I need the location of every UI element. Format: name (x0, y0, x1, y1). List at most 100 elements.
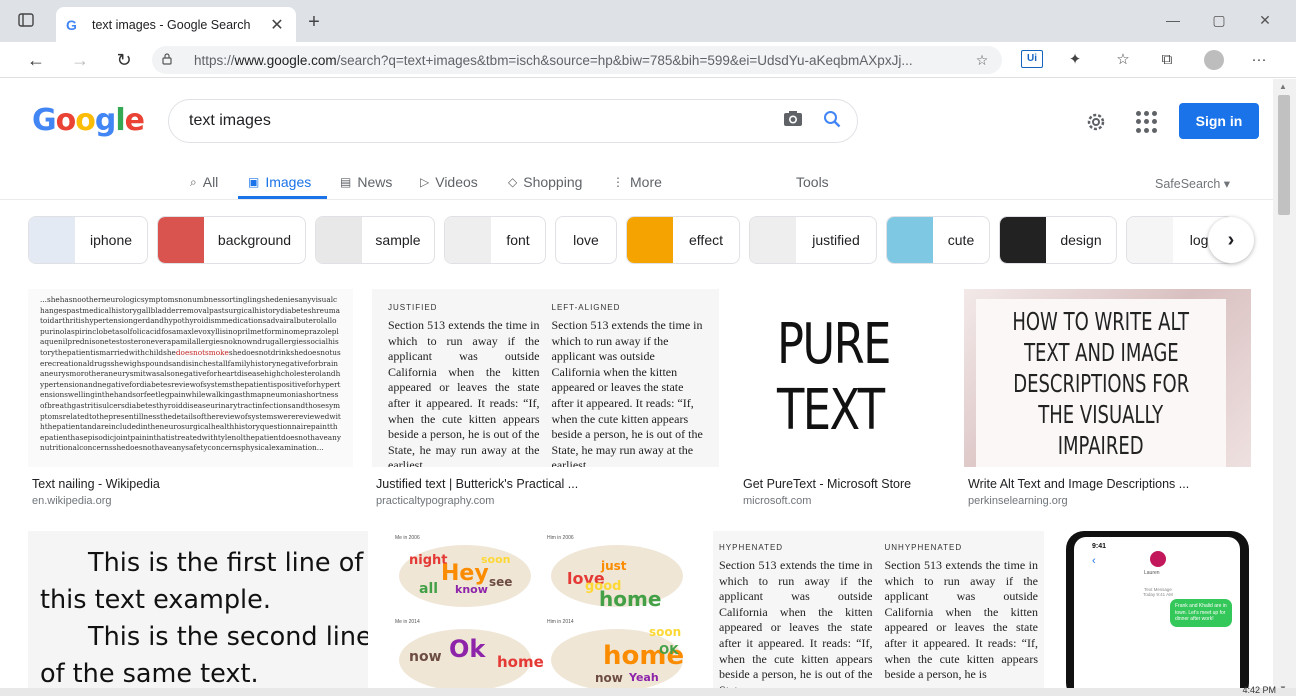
nail-text-b: shedoesnotdrinkshedoesnotuserecreational… (40, 347, 341, 453)
cloud-word: Yeah (629, 671, 659, 684)
tab-actions-icon[interactable] (16, 10, 36, 30)
result-image[interactable]: ...shehasnootherneurologicsymptomsnonumb… (28, 289, 353, 467)
tab-all-label: All (202, 174, 219, 190)
tools-button[interactable]: Tools (796, 170, 829, 194)
forward-button[interactable]: → (68, 48, 92, 72)
cloud-label: Me in 2006 (395, 535, 420, 541)
result-image[interactable]: PURE TEXT (739, 289, 944, 467)
window-close-button[interactable]: ✕ (1242, 12, 1288, 29)
new-tab-button[interactable]: + (304, 12, 324, 32)
tab-videos[interactable]: ▷ Videos (420, 170, 478, 194)
url-host: www.google.com (234, 52, 337, 68)
chip-font[interactable]: font (444, 216, 546, 264)
browser-tab-active[interactable]: G text images - Google Search ✕ (56, 7, 296, 42)
tab-images[interactable]: ▣ Images (248, 170, 311, 194)
url-text[interactable]: https://www.google.com/search?q=text+ima… (194, 53, 972, 68)
tab-news[interactable]: ▤ News (340, 170, 392, 194)
image-icon: ▣ (248, 175, 260, 189)
back-button[interactable]: ← (24, 48, 48, 72)
address-bar[interactable]: https://www.google.com/search?q=text+ima… (152, 46, 1002, 74)
tab-close-icon[interactable]: ✕ (268, 15, 286, 35)
chip-cute[interactable]: cute (886, 216, 990, 264)
lock-icon[interactable] (162, 52, 178, 68)
chip-label: sample (375, 232, 421, 248)
chip-sample[interactable]: sample (315, 216, 435, 264)
contact-avatar (1150, 551, 1166, 567)
page-scrollbar[interactable]: ▲ ▼ (1273, 79, 1296, 696)
camera-icon[interactable] (783, 110, 803, 132)
window-minimize-button[interactable]: — (1150, 12, 1196, 28)
result-image[interactable]: JUSTIFIED Section 513 extends the time in… (372, 289, 719, 467)
tab-all[interactable]: ⌕ All (190, 170, 218, 194)
sign-in-button[interactable]: Sign in (1179, 103, 1259, 139)
search-input[interactable]: text images (189, 112, 783, 130)
logo-letter: G (32, 103, 57, 138)
extensions-icon[interactable]: ✦ (1064, 50, 1086, 70)
url-scheme: https:// (194, 52, 235, 68)
nail-text-highlight: doesnotsmoke (175, 347, 229, 357)
collections-icon[interactable]: ⧉ (1156, 50, 1178, 70)
settings-more-icon[interactable]: ··· (1248, 50, 1270, 70)
result-caption[interactable]: Justified text | Butterick's Practical .… (376, 477, 578, 491)
result-source[interactable]: perkinselearning.org (968, 495, 1068, 507)
tag-icon: ◇ (508, 175, 518, 189)
search-icon[interactable] (823, 110, 841, 133)
logo-letter: g (94, 103, 117, 138)
result-puretext[interactable]: PURE TEXT Get PureText - Microsoft Store… (739, 289, 944, 509)
add-favorite-icon[interactable]: ☆ (972, 52, 992, 69)
result-caption[interactable]: Text nailing - Wikipedia (32, 477, 160, 491)
window-maximize-button[interactable]: ▢ (1196, 12, 1242, 29)
gear-icon[interactable] (1085, 111, 1107, 139)
result-text-nailing[interactable]: ...shehasnootherneurologicsymptomsnonumb… (28, 289, 353, 509)
related-chips: iphone background sample font love effect just… (28, 216, 1273, 264)
profile-avatar-icon[interactable] (1204, 50, 1224, 70)
result-caption[interactable]: Get PureText - Microsoft Store (743, 477, 911, 491)
tab-news-label: News (357, 174, 393, 190)
result-justified-text[interactable]: JUSTIFIED Section 513 extends the time in… (372, 289, 719, 509)
result-alt-text[interactable]: HOW TO WRITE ALT TEXT AND IMAGE DESCRIPTIO… (964, 289, 1251, 509)
tab-more[interactable]: ⋮ More (612, 170, 662, 194)
result-source[interactable]: microsoft.com (743, 495, 811, 507)
tab-more-label: More (630, 174, 662, 190)
url-path: /search?q=text+images&tbm=isch&source=hp… (336, 52, 913, 68)
result-hyphenated[interactable]: HYPHENATED Section 513 extends the time i… (713, 531, 1044, 696)
result-phone-message[interactable]: 9:41 ‹ Lauren Text Message Today 9:41 AM… (1066, 531, 1249, 696)
result-image[interactable]: HYPHENATED Section 513 extends the time i… (713, 531, 1044, 696)
result-source[interactable]: en.wikipedia.org (32, 495, 112, 507)
chip-effect[interactable]: effect (626, 216, 740, 264)
chip-design[interactable]: design (999, 216, 1117, 264)
scroll-up-icon[interactable]: ▲ (1279, 82, 1287, 91)
browser-toolbar: ← → ↻ https://www.google.com/search?q=te… (0, 42, 1296, 78)
google-logo[interactable]: Google (32, 103, 145, 138)
chip-thumbnail (29, 217, 75, 263)
result-word-clouds[interactable]: Me in 2006 Him in 2006 Me in 2014 Him in 20… (389, 531, 693, 696)
phone-time: 9:41 (1092, 543, 1107, 550)
result-image[interactable]: Me in 2006 Him in 2006 Me in 2014 Him in 20… (389, 531, 693, 696)
cloud-label: Me in 2014 (395, 619, 420, 625)
result-image[interactable]: 9:41 ‹ Lauren Text Message Today 9:41 AM… (1066, 531, 1249, 696)
scroll-thumb[interactable] (1278, 95, 1290, 215)
result-source[interactable]: practicaltypography.com (376, 495, 494, 507)
google-apps-icon[interactable] (1136, 111, 1158, 133)
result-image[interactable]: HOW TO WRITE ALT TEXT AND IMAGE DESCRIPTIO… (964, 289, 1251, 467)
result-first-line[interactable]: This is the first line of this text exam… (28, 531, 368, 696)
search-box[interactable]: text images (168, 99, 858, 143)
result-caption[interactable]: Write Alt Text and Image Descriptions ..… (968, 477, 1189, 491)
chip-justified[interactable]: justified (749, 216, 877, 264)
cloud-word: Ok (449, 635, 486, 663)
chip-iphone[interactable]: iphone (28, 216, 148, 264)
tab-shopping[interactable]: ◇ Shopping (508, 170, 582, 194)
favorites-icon[interactable]: ☆ (1112, 50, 1134, 70)
chevron-right-icon[interactable]: › (1208, 217, 1254, 263)
chip-background[interactable]: background (157, 216, 306, 264)
ui-extension-icon[interactable]: Ui (1021, 50, 1043, 68)
result-image[interactable]: This is the first line of this text exam… (28, 531, 368, 696)
reload-button[interactable]: ↻ (112, 48, 136, 72)
chevron-left-icon: ‹ (1092, 555, 1096, 567)
left-aligned-heading: LEFT-ALIGNED (551, 303, 621, 312)
puretext-line-2: TEXT (777, 378, 885, 443)
taskbar: 4:42 PM (0, 685, 1296, 696)
safesearch-dropdown[interactable]: SafeSearch ▾ (1155, 176, 1230, 191)
firstline-text-1: This is the first line of (88, 548, 364, 578)
chip-love[interactable]: love (555, 216, 617, 264)
